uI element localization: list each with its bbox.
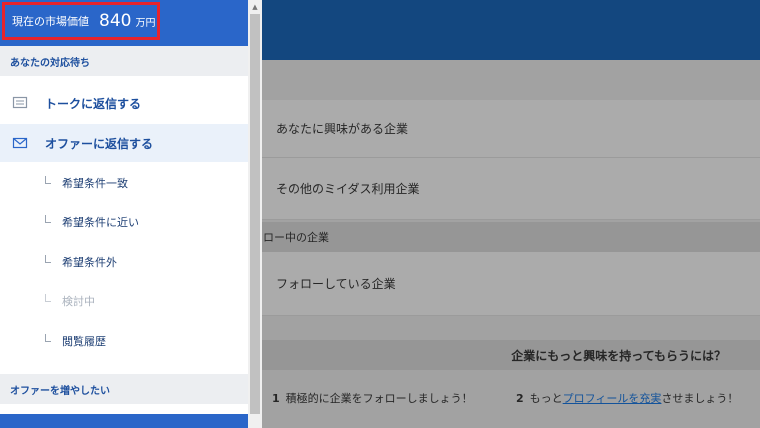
- market-value-label: 現在の市場価値: [12, 15, 89, 28]
- reply-talk-item[interactable]: トークに返信する: [0, 84, 248, 122]
- reply-offer-label: オファーに返信する: [45, 136, 154, 151]
- corner-icon: [45, 215, 51, 223]
- scrollbar-thumb[interactable]: [250, 14, 260, 414]
- market-value-bar: 現在の市場価値 840 万円: [0, 0, 248, 46]
- market-value-unit: 万円: [135, 17, 156, 29]
- section-pending: あなたの対応待ち: [0, 46, 248, 76]
- sub-item-considering-label: 検討中: [62, 295, 95, 308]
- corner-icon: [45, 294, 51, 302]
- section-pending-label: あなたの対応待ち: [10, 57, 90, 69]
- sub-item-near-label: 希望条件に近い: [62, 216, 139, 229]
- cutoff-button[interactable]: [0, 414, 248, 428]
- section-increase-label: オファーを増やしたい: [10, 385, 110, 397]
- corner-icon: [45, 255, 51, 263]
- sidebar-menu: 現在の市場価値 840 万円 あなたの対応待ち トークに返信する オファーに返信…: [0, 0, 248, 428]
- sub-item-considering: 検討中: [0, 282, 248, 320]
- triangle-up-icon[interactable]: ▲: [248, 0, 262, 14]
- overlay-dim[interactable]: [248, 0, 760, 428]
- sub-item-match-label: 希望条件一致: [62, 177, 128, 190]
- section-increase: オファーを増やしたい: [0, 374, 248, 404]
- corner-icon: [45, 176, 51, 184]
- sub-item-near[interactable]: 希望条件に近い: [0, 203, 248, 241]
- sub-item-match[interactable]: 希望条件一致: [0, 164, 248, 202]
- sub-item-outside-label: 希望条件外: [62, 256, 117, 269]
- speech-bubble-icon: [12, 96, 28, 109]
- envelope-icon: [12, 137, 28, 149]
- reply-offer-item[interactable]: オファーに返信する: [0, 124, 248, 162]
- sub-item-history-label: 閲覧履歴: [62, 335, 106, 348]
- reply-talk-label: トークに返信する: [45, 96, 142, 111]
- market-value-number: 840: [99, 11, 132, 31]
- sub-item-history[interactable]: 閲覧履歴: [0, 322, 248, 360]
- corner-icon: [45, 334, 51, 342]
- sub-item-outside[interactable]: 希望条件外: [0, 243, 248, 281]
- market-value-highlight[interactable]: 現在の市場価値 840 万円: [2, 2, 160, 40]
